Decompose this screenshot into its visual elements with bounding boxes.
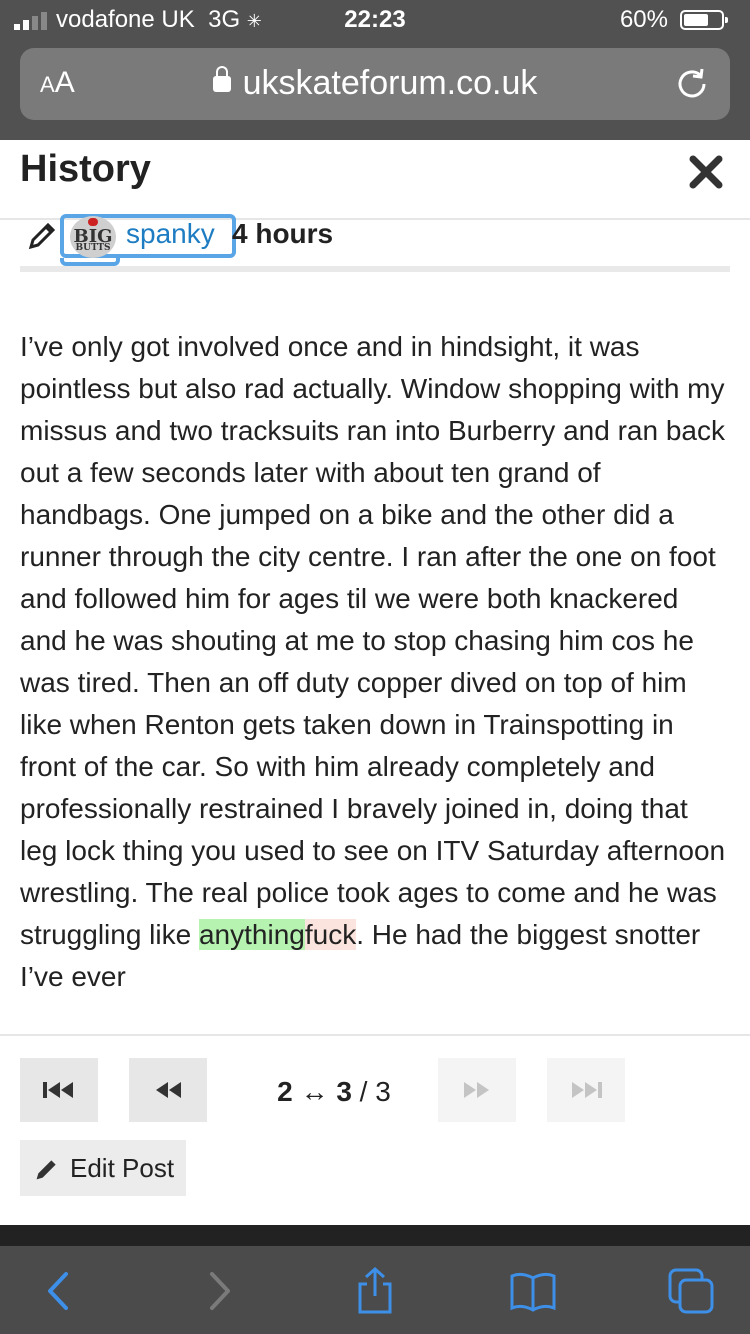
body-text: I’ve only got involved once and in hinds…: [20, 331, 726, 950]
history-dialog: History BIG BUTTS spanky 4 hours I’ve on…: [0, 140, 750, 1225]
rewind-icon: [156, 1082, 181, 1098]
username-link[interactable]: spanky: [126, 218, 215, 250]
focus-ring: [60, 258, 120, 266]
post-body: I’ve only got involved once and in hinds…: [20, 326, 732, 998]
previous-revision-button[interactable]: [129, 1058, 207, 1122]
edit-post-label: Edit Post: [70, 1153, 175, 1183]
browser-toolbar: [0, 1246, 750, 1334]
battery-icon: [680, 10, 728, 30]
reload-icon[interactable]: [674, 66, 710, 102]
bookmarks-icon[interactable]: [508, 1266, 558, 1316]
history-nav-bar: 2 ↔ 3 / 3 Edit Post: [0, 1034, 750, 1225]
url-host[interactable]: ukskateforum.co.uk: [20, 64, 730, 103]
skip-first-icon: [43, 1082, 73, 1098]
avatar[interactable]: BIG BUTTS: [70, 216, 116, 258]
status-bar: vodafone UK 3G ✳ 22:23 60%: [0, 0, 750, 40]
deleted-text: fuck: [304, 919, 357, 950]
inserted-text: anything: [198, 919, 305, 950]
first-revision-button[interactable]: [20, 1058, 98, 1122]
lock-icon: [212, 66, 231, 92]
close-icon[interactable]: [688, 154, 724, 190]
address-bar[interactable]: AA ukskateforum.co.uk: [20, 48, 730, 120]
pencil-icon: [28, 222, 56, 250]
tabs-icon[interactable]: [666, 1266, 716, 1316]
pencil-icon: [36, 1160, 56, 1180]
battery-percent: 60%: [619, 6, 668, 33]
revision-counter: 2 ↔ 3 / 3: [277, 1076, 391, 1107]
dialog-title: History: [20, 148, 151, 190]
forward-icon[interactable]: [194, 1266, 244, 1316]
back-icon[interactable]: [34, 1266, 84, 1316]
skip-last-icon: [572, 1082, 602, 1098]
revision-time: 4 hours: [232, 218, 334, 249]
fast-forward-icon: [464, 1082, 489, 1098]
dialog-header: History: [0, 140, 750, 220]
next-revision-button[interactable]: [438, 1058, 516, 1122]
share-icon[interactable]: [350, 1266, 400, 1316]
last-revision-button[interactable]: [547, 1058, 625, 1122]
revision-meta: BIG BUTTS spanky 4 hours: [20, 214, 730, 272]
toolbar-divider: [0, 1225, 750, 1246]
edit-post-button[interactable]: Edit Post: [20, 1140, 186, 1196]
